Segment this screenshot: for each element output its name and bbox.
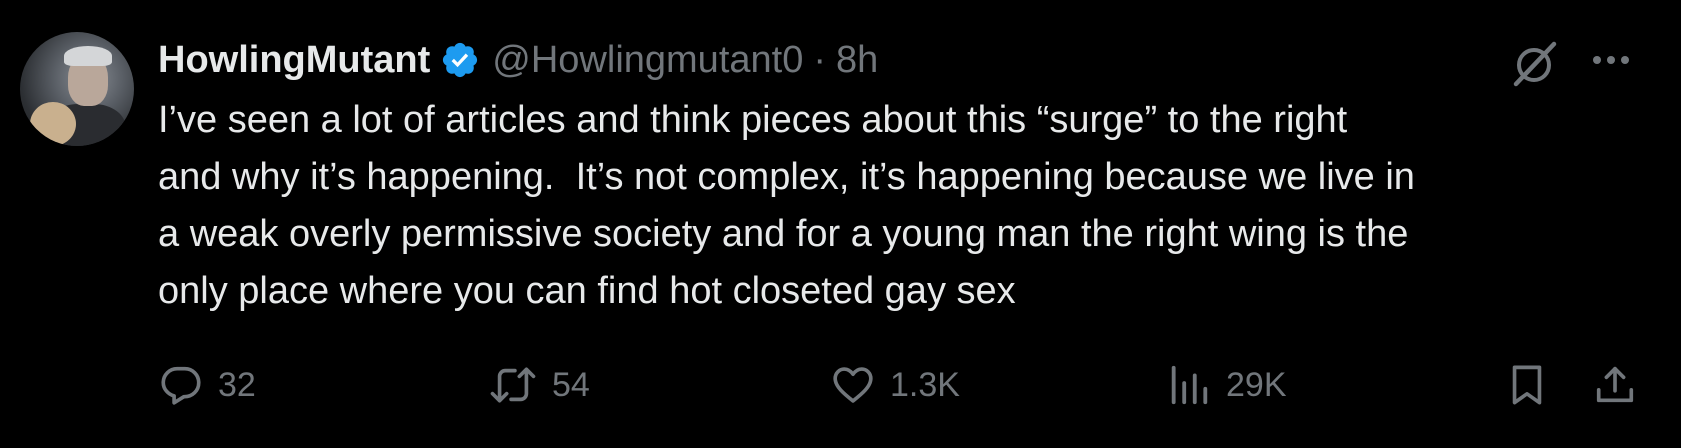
- post-time[interactable]: 8h: [836, 39, 878, 82]
- avatar-child-shape: [30, 102, 76, 146]
- retweet-icon: [488, 362, 538, 408]
- avatar[interactable]: [20, 32, 134, 146]
- bookmark-icon: [1504, 362, 1550, 408]
- view-count: 29K: [1226, 365, 1287, 404]
- views-button[interactable]: 29K: [1166, 360, 1287, 410]
- user-handle[interactable]: @Howlingmutant0: [492, 39, 803, 82]
- reply-icon: [158, 362, 204, 408]
- avatar-hair-shape: [64, 46, 112, 66]
- header-separator: ·: [813, 38, 826, 81]
- tweet-text: I’ve seen a lot of articles and think pi…: [158, 99, 1415, 312]
- reply-button[interactable]: 32: [158, 360, 256, 410]
- share-button[interactable]: [1592, 360, 1638, 410]
- more-icon[interactable]: [1586, 40, 1636, 80]
- tweet[interactable]: HowlingMutant @Howlingmutant0 · 8h I’ve …: [0, 0, 1681, 448]
- grok-icon[interactable]: [1508, 38, 1560, 90]
- tweet-header: HowlingMutant @Howlingmutant0 · 8h: [158, 36, 878, 84]
- like-count: 1.3K: [890, 365, 960, 404]
- views-icon: [1166, 362, 1212, 408]
- share-icon: [1592, 362, 1638, 408]
- like-button[interactable]: 1.3K: [830, 360, 960, 410]
- bookmark-button[interactable]: [1504, 360, 1550, 410]
- tweet-actions: 32 54 1.3K 29K: [158, 360, 1638, 410]
- retweet-count: 54: [552, 365, 590, 404]
- retweet-button[interactable]: 54: [488, 360, 590, 410]
- reply-count: 32: [218, 365, 256, 404]
- verified-badge-icon[interactable]: [440, 40, 480, 80]
- display-name[interactable]: HowlingMutant: [158, 39, 430, 82]
- heart-icon: [830, 362, 876, 408]
